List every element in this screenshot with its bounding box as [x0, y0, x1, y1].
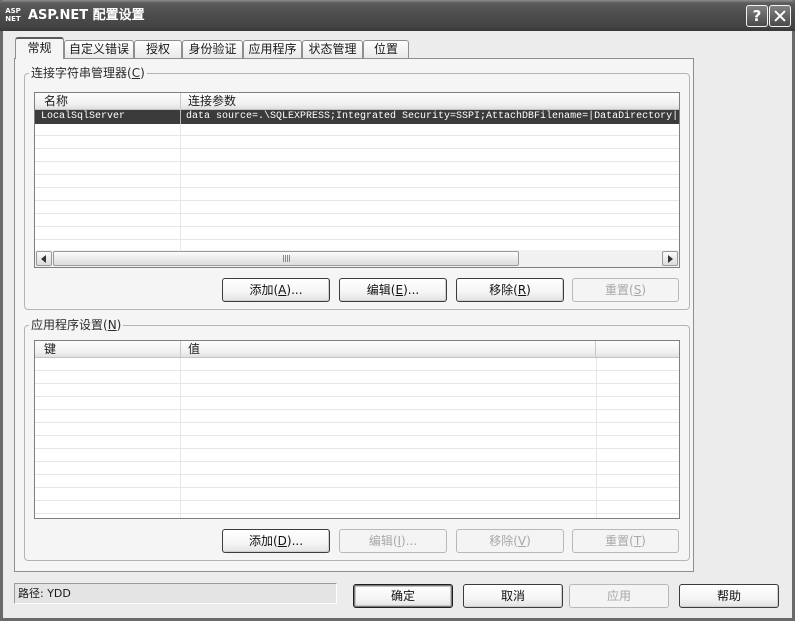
add-connection-button[interactable]: 添加(A)...: [222, 278, 330, 302]
mnemonic-key: D: [277, 534, 287, 548]
tab-general[interactable]: 常规: [15, 37, 64, 59]
close-icon: [770, 6, 790, 26]
button-label-suffix: ): [526, 534, 531, 548]
scroll-right-button[interactable]: [662, 251, 678, 266]
connection-strings-list[interactable]: 名称 连接参数 LocalSqlServer data source=.\SQL…: [34, 92, 680, 268]
connection-strings-group: 连接字符串管理器(C) 名称 连接参数 LocalSqlServer data …: [24, 65, 690, 310]
help-dialog-button[interactable]: 帮助: [679, 584, 779, 608]
column-gridline: [596, 358, 597, 518]
button-label: 移除(: [489, 534, 518, 548]
mnemonic-key: C: [131, 66, 141, 80]
column-header-blank[interactable]: [596, 341, 679, 357]
connection-strings-group-label: 连接字符串管理器(C): [29, 65, 147, 81]
row-parameters-cell: data source=.\SQLEXPRESS;Integrated Secu…: [186, 111, 677, 122]
button-label: 添加(: [248, 534, 278, 548]
button-label: 编辑(: [368, 534, 398, 548]
group-label-text: 连接字符串管理器(: [31, 66, 132, 80]
remove-connection-button[interactable]: 移除(R): [456, 278, 564, 302]
logo-text-bottom: NET: [5, 15, 21, 23]
table-row[interactable]: LocalSqlServer data source=.\SQLEXPRESS;…: [35, 110, 679, 124]
group-label-suffix: ): [116, 318, 122, 332]
window-title: ASP.NET 配置设置: [28, 8, 145, 23]
button-label: 添加(: [249, 283, 279, 297]
list-body: LocalSqlServer data source=.\SQLEXPRESS;…: [35, 110, 679, 250]
cancel-button[interactable]: 取消: [463, 584, 563, 608]
help-button[interactable]: ?: [746, 5, 768, 27]
button-label-suffix: )...: [286, 283, 303, 297]
scroll-left-button[interactable]: [36, 251, 52, 266]
close-button[interactable]: [769, 5, 791, 27]
group-label-suffix: ): [140, 66, 145, 80]
button-label-suffix: ): [641, 283, 646, 297]
app-settings-group: 应用程序设置(N) 键 值 添加(D)... 编辑(I)... 移除(V) 重置…: [24, 317, 690, 561]
mnemonic-key: V: [517, 534, 527, 548]
row-name-cell: LocalSqlServer: [41, 111, 126, 122]
logo-text-top: ASP: [5, 7, 21, 15]
list-body: [35, 358, 679, 518]
horizontal-scrollbar[interactable]: [35, 250, 679, 267]
column-gridline: [180, 110, 181, 250]
button-label-suffix: )...: [401, 534, 418, 548]
column-header-parameters[interactable]: 连接参数: [181, 93, 679, 109]
tab-authorization[interactable]: 授权: [134, 40, 182, 58]
chevron-left-icon: [41, 255, 46, 263]
mnemonic-key: N: [107, 318, 117, 332]
button-label: 移除(: [489, 283, 518, 297]
title-bar[interactable]: ASP NET ASP.NET 配置设置 ?: [0, 0, 795, 31]
help-icon: ?: [752, 7, 762, 25]
mnemonic-key: R: [517, 283, 527, 297]
button-label-suffix: )...: [286, 534, 304, 548]
column-header-value[interactable]: 值: [181, 341, 596, 357]
button-label-suffix: ): [641, 534, 646, 548]
tab-state-management[interactable]: 状态管理: [302, 40, 363, 58]
app-settings-group-label: 应用程序设置(N): [29, 317, 124, 333]
column-gridline: [180, 358, 181, 518]
button-label: 重置(: [605, 283, 634, 297]
mnemonic-key: E: [395, 283, 404, 297]
reset-connection-button[interactable]: 重置(S): [572, 278, 679, 302]
chevron-right-icon: [668, 255, 673, 263]
button-label-suffix: ): [526, 283, 531, 297]
column-header-key[interactable]: 键: [35, 341, 181, 357]
status-path: 路径: YDD: [14, 583, 337, 604]
edit-connection-button[interactable]: 编辑(E)...: [339, 278, 447, 302]
reset-setting-button[interactable]: 重置(T): [572, 529, 679, 553]
cell-separator: [180, 110, 181, 124]
tab-authentication[interactable]: 身份验证: [182, 40, 243, 58]
app-settings-list[interactable]: 键 值: [34, 340, 680, 519]
button-label: 重置(: [605, 534, 634, 548]
group-label-text: 应用程序设置(: [31, 318, 108, 332]
button-label-suffix: )...: [403, 283, 420, 297]
tab-page-general: 连接字符串管理器(C) 名称 连接参数 LocalSqlServer data …: [14, 58, 694, 572]
aspnet-logo-icon: ASP NET: [4, 7, 22, 25]
tab-custom-errors[interactable]: 自定义错误: [64, 40, 134, 58]
edit-setting-button[interactable]: 编辑(I)...: [339, 529, 447, 553]
grip-icon: [283, 255, 290, 262]
column-header-name[interactable]: 名称: [35, 93, 181, 109]
apply-button[interactable]: 应用: [569, 584, 669, 608]
scrollbar-thumb[interactable]: [53, 251, 519, 266]
ok-button[interactable]: 确定: [353, 584, 453, 608]
add-setting-button[interactable]: 添加(D)...: [222, 529, 330, 553]
remove-setting-button[interactable]: 移除(V): [456, 529, 564, 553]
list-header: 键 值: [35, 341, 679, 358]
button-label: 编辑(: [366, 283, 396, 297]
tab-application[interactable]: 应用程序: [243, 40, 302, 58]
tab-locations[interactable]: 位置: [363, 40, 409, 58]
list-header: 名称 连接参数: [35, 93, 679, 110]
